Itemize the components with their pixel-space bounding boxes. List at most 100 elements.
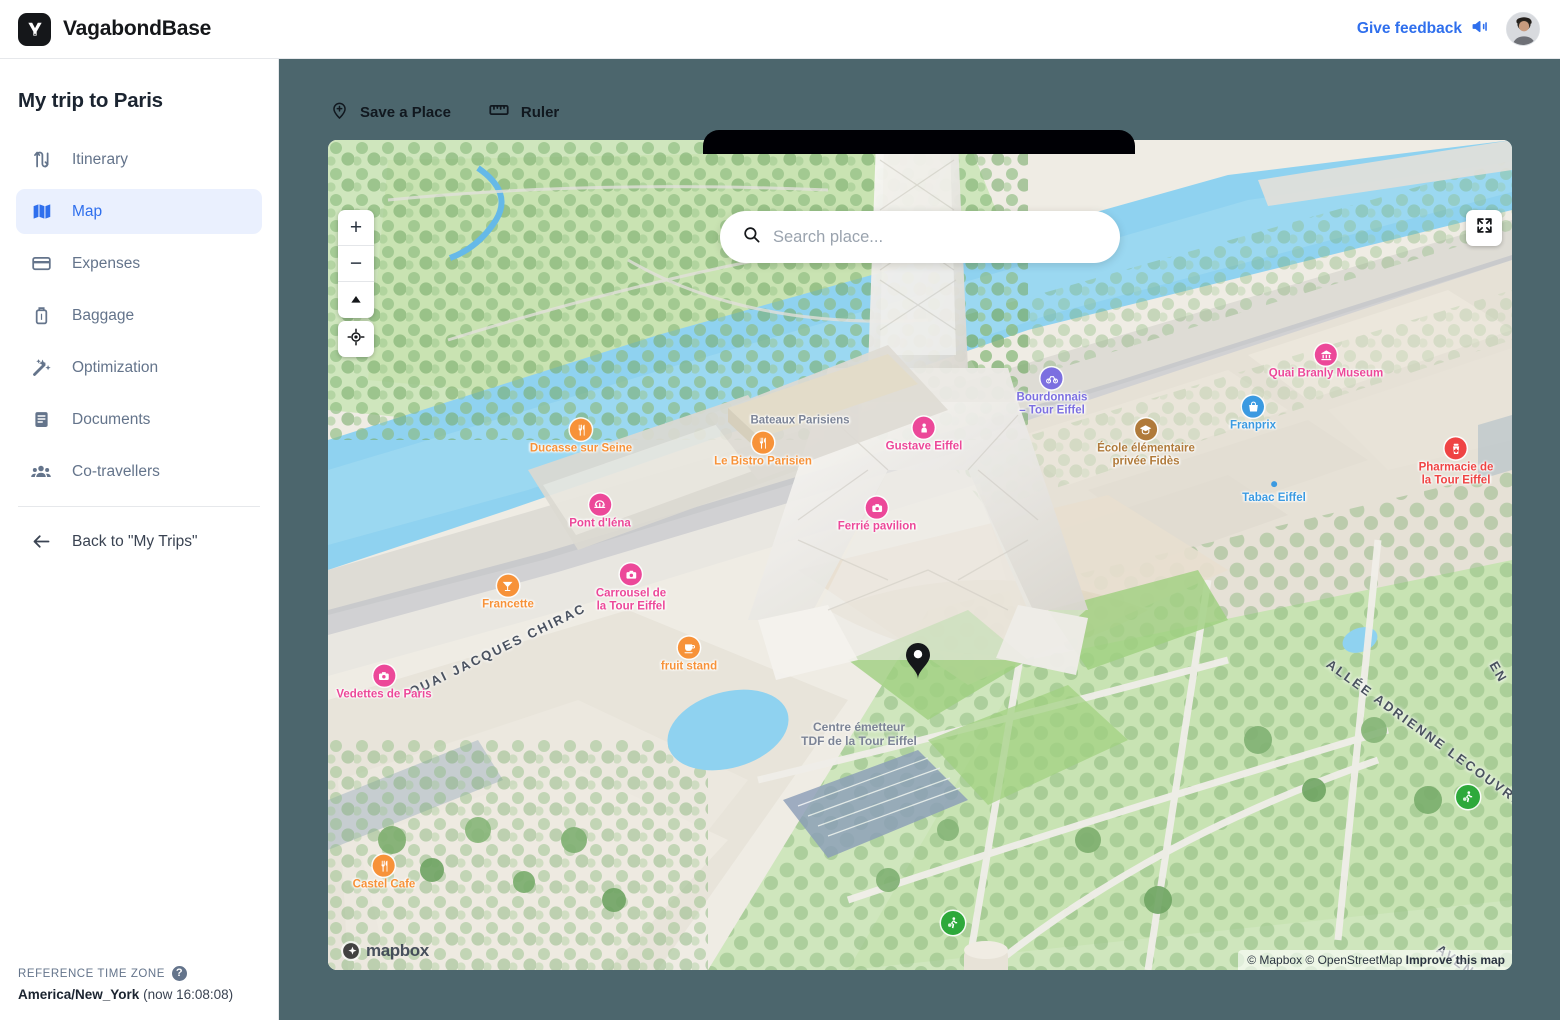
- bridge-icon: [588, 493, 611, 516]
- poi-marker[interactable]: Castel Cafe: [352, 854, 416, 892]
- map-attribution-text: © Mapbox © OpenStreetMap: [1247, 953, 1403, 967]
- header-right: Give feedback: [1357, 12, 1540, 46]
- document-icon: [30, 409, 52, 431]
- sidebar-divider: [18, 506, 260, 507]
- save-a-place-label: Save a Place: [360, 103, 451, 121]
- restaurant-icon: [372, 854, 395, 877]
- search-icon: [742, 225, 761, 249]
- mapbox-logo[interactable]: mapbox: [340, 940, 429, 962]
- sidebar-item-documents[interactable]: Documents: [16, 397, 262, 442]
- credit-card-icon: [30, 253, 52, 275]
- fullscreen-button[interactable]: [1466, 210, 1502, 246]
- poi-label: Carrousel de la Tour Eiffel: [595, 587, 667, 612]
- poi-marker[interactable]: Carrousel de la Tour Eiffel: [596, 563, 666, 612]
- location-pin-marker[interactable]: [903, 640, 933, 685]
- reference-time-zone: REFERENCE TIME ZONE ? America/New_York (…: [18, 966, 268, 1002]
- y-logo-icon: [18, 12, 51, 46]
- sidebar-item-co-travellers[interactable]: Co-travellers: [16, 449, 262, 494]
- map-zoom-controls: + −: [338, 210, 374, 318]
- bicycle-icon: [1040, 367, 1063, 390]
- sidebar-nav: Itinerary Map Expenses Baggage Optimizat…: [0, 137, 278, 564]
- search-input[interactable]: [773, 227, 1098, 247]
- poi-marker[interactable]: Pharmacie de la Tour Eiffel: [1419, 437, 1493, 486]
- zoom-in-button[interactable]: +: [338, 210, 374, 246]
- app-header: VagabondBase Give feedback: [0, 0, 1560, 59]
- sidebar-item-label: Back to "My Trips": [72, 532, 198, 550]
- poi-marker[interactable]: [941, 911, 965, 935]
- pharmacy-icon: [1444, 437, 1467, 460]
- people-icon: [30, 461, 52, 483]
- map-toolbar: Save a Place Ruler: [330, 99, 559, 125]
- poi-marker[interactable]: Tabac Eiffel: [1242, 481, 1306, 505]
- poi-label: fruit stand: [660, 660, 718, 673]
- poi-label: Castel Cafe: [352, 878, 416, 891]
- collapsed-panel-sliver[interactable]: [703, 130, 1135, 154]
- sidebar-item-map[interactable]: Map: [16, 189, 262, 234]
- poi-label: Bateaux Parisiens: [750, 414, 850, 427]
- poi-label: Bourdonnais – Tour Eiffel: [1016, 391, 1088, 416]
- reference-time-zone-value: America/New_York (now 16:08:08): [18, 987, 268, 1002]
- page-title: My trip to Paris: [18, 89, 163, 112]
- poi-marker[interactable]: [1456, 785, 1480, 809]
- give-feedback-button[interactable]: Give feedback: [1357, 17, 1490, 41]
- map-attribution: © Mapbox © OpenStreetMap Improve this ma…: [1238, 950, 1512, 970]
- sidebar-item-optimization[interactable]: Optimization: [16, 345, 262, 390]
- ruler-button[interactable]: Ruler: [488, 99, 559, 125]
- improve-this-map-link[interactable]: Improve this map: [1406, 953, 1505, 967]
- poi-marker[interactable]: Vedettes de Paris: [336, 664, 432, 702]
- sidebar-item-back-to-my-trips[interactable]: Back to "My Trips": [16, 519, 262, 564]
- fullscreen-icon: [1475, 216, 1494, 240]
- sidebar-item-baggage[interactable]: Baggage: [16, 293, 262, 338]
- compass-north-icon[interactable]: [338, 282, 374, 318]
- map-panel: Save a Place Ruler QUAI JACQUES CHIRAC E…: [279, 59, 1560, 1020]
- poi-label: Tabac Eiffel: [1242, 492, 1306, 505]
- poi-marker[interactable]: Ducasse sur Seine: [529, 418, 633, 456]
- poi-label: Pont d'Iéna: [569, 517, 631, 530]
- museum-icon: [1314, 343, 1337, 366]
- poi-marker[interactable]: Gustave Eiffel: [885, 416, 963, 454]
- map-icon: [30, 201, 52, 223]
- zoom-out-button[interactable]: −: [338, 246, 374, 282]
- sidebar-item-label: Baggage: [72, 306, 135, 324]
- brand[interactable]: VagabondBase: [18, 12, 211, 46]
- sidebar-item-label: Expenses: [72, 254, 141, 272]
- poi-marker[interactable]: Pont d'Iéna: [569, 493, 631, 531]
- poi-marker[interactable]: Francette: [482, 574, 534, 612]
- reference-time-zone-caption: REFERENCE TIME ZONE ?: [18, 966, 268, 981]
- map-canvas[interactable]: QUAI JACQUES CHIRAC ALLÉE ADRIENNE LECOU…: [328, 140, 1512, 970]
- poi-marker: Bateaux Parisiens: [750, 413, 849, 428]
- poi-label: Vedettes de Paris: [336, 688, 432, 701]
- playground-icon: [1456, 785, 1480, 809]
- poi-marker[interactable]: Bourdonnais – Tour Eiffel: [1016, 367, 1088, 416]
- poi-marker[interactable]: Le Bistro Parisien: [714, 431, 812, 469]
- poi-label: Le Bistro Parisien: [714, 455, 812, 468]
- tobacco-dot-icon: [1270, 481, 1277, 488]
- geolocate-button[interactable]: [338, 321, 374, 357]
- attraction-icon: [373, 664, 395, 687]
- sidebar-item-label: Optimization: [72, 358, 159, 376]
- sidebar-item-label: Itinerary: [72, 150, 128, 168]
- cafe-icon: [677, 636, 700, 659]
- timezone-name: America/New_York: [18, 987, 140, 1002]
- save-a-place-button[interactable]: Save a Place: [330, 101, 451, 124]
- poi-label: Gustave Eiffel: [885, 440, 963, 453]
- poi-label: Ducasse sur Seine: [529, 442, 633, 455]
- grocery-icon: [1241, 395, 1264, 418]
- attraction-icon: [620, 563, 642, 586]
- playground-icon: [941, 911, 965, 935]
- map-artwork: [328, 140, 1512, 970]
- search-bar[interactable]: [720, 211, 1120, 263]
- sidebar: My trip to Paris Itinerary Map Expenses: [0, 59, 279, 1020]
- arrow-left-icon: [30, 531, 52, 553]
- poi-marker[interactable]: Ferrié pavilion: [838, 496, 916, 534]
- poi-label: Francette: [482, 598, 534, 611]
- poi-marker[interactable]: Franprix: [1230, 395, 1276, 433]
- user-avatar[interactable]: [1506, 12, 1540, 46]
- sidebar-item-itinerary[interactable]: Itinerary: [16, 137, 262, 182]
- sidebar-item-label: Co-travellers: [72, 462, 160, 480]
- sidebar-item-expenses[interactable]: Expenses: [16, 241, 262, 286]
- poi-marker[interactable]: École élémentaire privée Fidès: [1097, 418, 1195, 467]
- question-mark-icon[interactable]: ?: [171, 966, 187, 981]
- poi-marker[interactable]: Quai Branly Museum: [1269, 343, 1383, 381]
- poi-marker[interactable]: fruit stand: [660, 636, 718, 674]
